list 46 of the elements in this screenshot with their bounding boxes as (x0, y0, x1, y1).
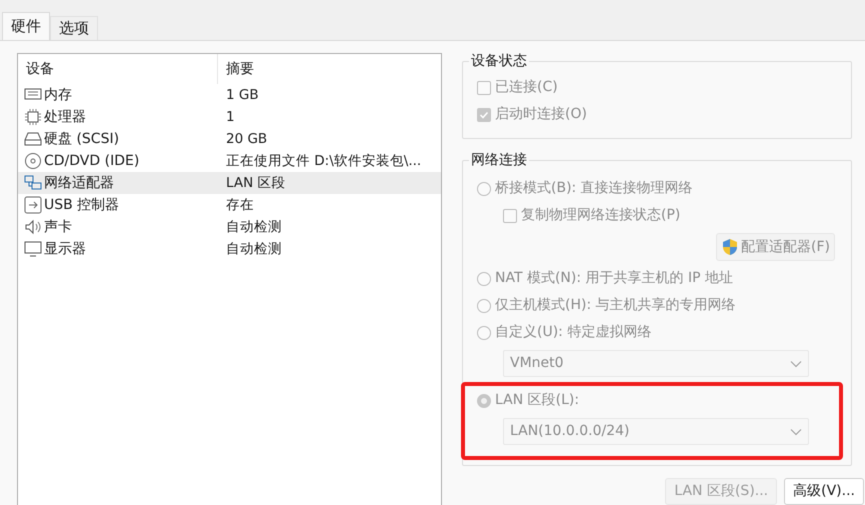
radio-label: 仅主机模式(H): 与主机共享的专用网络 (495, 296, 736, 316)
device-name: 内存 (44, 86, 72, 104)
checkbox-label: 已连接(C) (495, 78, 558, 97)
cpu-icon (24, 108, 42, 126)
column-header[interactable]: 摘要 (218, 54, 441, 84)
device-name: 显示器 (44, 240, 86, 258)
device-name: 处理器 (44, 108, 86, 126)
device-row[interactable]: CD/DVD (IDE) 正在使用文件 D:\软件安装包\... (18, 150, 441, 172)
device-name: 声卡 (44, 218, 72, 236)
device-summary: LAN 区段 (225, 174, 286, 193)
device-summary: 自动检测 (225, 218, 282, 237)
device-row[interactable]: 硬盘 (SCSI) 20 GB (18, 128, 441, 150)
column-header[interactable]: 设备 (18, 54, 218, 84)
device-summary: 20 GB (225, 130, 268, 149)
device-row[interactable]: USB 控制器 存在 (18, 194, 441, 216)
device-row[interactable]: 内存 1 GB (18, 84, 441, 106)
chevron-down-icon (790, 428, 802, 436)
device-name: CD/DVD (IDE) (44, 152, 140, 170)
network-icon (24, 174, 42, 192)
chevron-down-icon (790, 360, 802, 368)
checkmark-icon (479, 110, 489, 120)
device-name: 网络适配器 (44, 174, 114, 192)
device-summary: 1 GB (225, 86, 259, 105)
checkbox-label: 复制物理网络连接状态(P) (521, 206, 680, 226)
device-summary: 存在 (225, 196, 254, 215)
radio-label: 自定义(U): 特定虚拟网络 (495, 323, 652, 342)
radio-label: NAT 模式(N): 用于共享主机的 IP 地址 (495, 269, 733, 288)
checkbox-label: 启动时连接(O) (495, 105, 587, 124)
device-summary: 正在使用文件 D:\软件安装包\... (225, 152, 422, 171)
device-name: USB 控制器 (44, 196, 120, 214)
sound-icon (24, 218, 42, 236)
device-row[interactable]: 网络适配器 LAN 区段 (18, 172, 441, 194)
display-icon (24, 240, 42, 258)
device-row[interactable]: 显示器 自动检测 (18, 238, 441, 260)
device-summary: 1 (225, 108, 235, 127)
device-row[interactable]: 声卡 自动检测 (18, 216, 441, 238)
shield-icon (721, 238, 740, 256)
tab[interactable]: 选项 (50, 16, 98, 40)
radio-label: 桥接模式(B): 直接连接物理网络 (495, 179, 693, 198)
cd-icon (24, 152, 42, 170)
dialog-button[interactable]: 高级(V)... (784, 478, 864, 505)
device-summary: 自动检测 (225, 240, 282, 259)
radio-label: LAN 区段(L): (495, 391, 580, 410)
device-row[interactable]: 处理器 1 (18, 106, 441, 128)
device-name: 硬盘 (SCSI) (44, 130, 120, 148)
tab[interactable]: 硬件 (2, 12, 50, 40)
